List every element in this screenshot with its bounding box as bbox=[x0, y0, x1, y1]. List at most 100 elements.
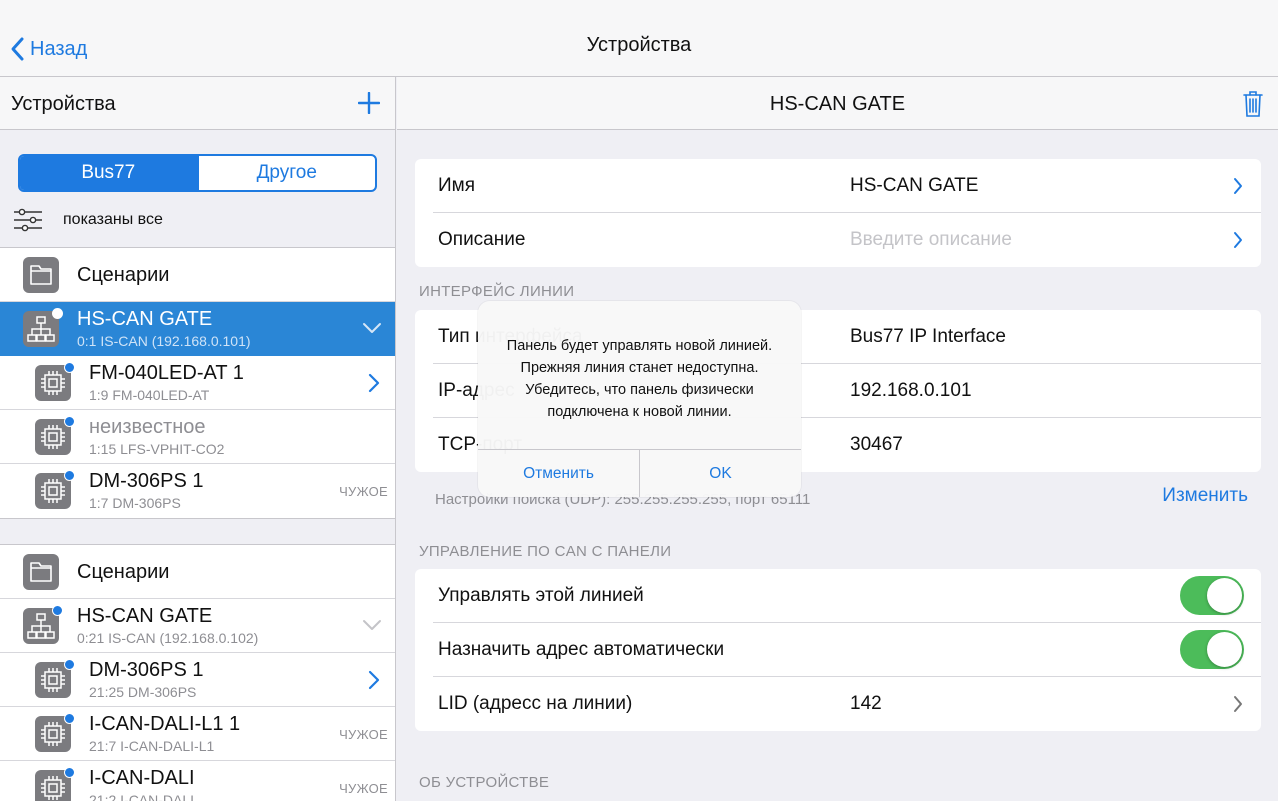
trash-icon[interactable] bbox=[1242, 90, 1264, 118]
devices-sidebar: Устройства Bus77 Другое показаны все Сце… bbox=[0, 77, 396, 801]
device-name: I-CAN-DALI-L1 1 bbox=[89, 713, 241, 735]
foreign-badge: ЧУЖОЕ bbox=[339, 727, 388, 742]
gateway-name: HS-CAN GATE bbox=[77, 605, 213, 627]
chip-icon bbox=[35, 767, 75, 801]
description-placeholder: Введите описание bbox=[850, 229, 1012, 250]
change-button[interactable]: Изменить bbox=[1162, 485, 1248, 507]
filter-control[interactable]: показаны все bbox=[13, 207, 163, 233]
gateway-row[interactable]: HS-CAN GATE 0:21 IS-CAN (192.168.0.102) bbox=[0, 599, 395, 653]
description-label: Описание bbox=[438, 229, 526, 250]
status-dot bbox=[64, 659, 75, 670]
filter-label: показаны все bbox=[63, 211, 163, 228]
scenarios-label: Сценарии bbox=[77, 264, 170, 286]
auto-address-cell: Назначить адрес автоматически bbox=[433, 623, 1261, 677]
network-hub-icon bbox=[23, 308, 63, 347]
filter-sliders-icon bbox=[14, 208, 42, 232]
gateway-address: 0:1 IS-CAN (192.168.0.101) bbox=[77, 333, 251, 349]
scenarios-row[interactable]: Сценарии bbox=[0, 248, 395, 302]
name-label: Имя bbox=[438, 175, 476, 196]
interface-type-value: Bus77 IP Interface bbox=[850, 326, 1006, 347]
chevron-right-icon bbox=[1234, 232, 1242, 248]
device-address: 21:2 I-CAN-DALI bbox=[89, 792, 195, 801]
segment-other[interactable]: Другое bbox=[196, 156, 376, 190]
device-name: I-CAN-DALI bbox=[89, 767, 195, 789]
ok-button[interactable]: OK bbox=[639, 450, 801, 497]
foreign-badge: ЧУЖОЕ bbox=[339, 484, 388, 499]
chevron-down-icon[interactable] bbox=[362, 618, 382, 632]
confirmation-alert: Панель будет управлять новой линией. Пре… bbox=[478, 301, 801, 497]
device-name: FM-040LED-AT 1 bbox=[89, 362, 244, 384]
foreign-badge: ЧУЖОЕ bbox=[339, 781, 388, 796]
chevron-right-icon bbox=[1234, 178, 1242, 194]
status-dot bbox=[64, 713, 75, 724]
can-control-section-header: УПРАВЛЕНИЕ ПО CAN С ПАНЕЛИ bbox=[419, 543, 672, 560]
alert-message: Панель будет управлять новой линией. Пре… bbox=[506, 338, 773, 420]
add-device-icon[interactable] bbox=[358, 92, 380, 114]
about-device-section-header: ОБ УСТРОЙСТВЕ bbox=[419, 774, 550, 791]
device-address: 1:7 DM-306PS bbox=[89, 495, 181, 511]
ip-address-value: 192.168.0.101 bbox=[850, 380, 972, 401]
device-row[interactable]: FM-040LED-AT 1 1:9 FM-040LED-AT bbox=[0, 356, 395, 410]
scenarios-row[interactable]: Сценарии bbox=[0, 545, 395, 599]
detail-title: HS-CAN GATE bbox=[769, 93, 906, 115]
device-name: DM-306PS 1 bbox=[89, 659, 204, 681]
device-address: 21:7 I-CAN-DALI-L1 bbox=[89, 738, 215, 754]
chip-icon bbox=[35, 470, 75, 509]
auto-address-toggle[interactable] bbox=[1180, 630, 1244, 669]
sidebar-title: Устройства bbox=[11, 93, 116, 115]
chevron-down-icon[interactable] bbox=[362, 321, 382, 335]
alert-buttons: Отменить OK bbox=[478, 449, 801, 497]
scenarios-label: Сценарии bbox=[77, 561, 170, 583]
name-cell[interactable]: Имя HS-CAN GATE bbox=[433, 159, 1261, 213]
device-address: 21:25 DM-306PS bbox=[89, 684, 197, 700]
cancel-button[interactable]: Отменить bbox=[478, 450, 639, 497]
status-dot bbox=[64, 767, 75, 778]
device-address: 1:15 LFS-VPHIT-CO2 bbox=[89, 441, 225, 457]
lid-cell[interactable]: LID (адресс на линии) 142 bbox=[433, 677, 1261, 731]
auto-address-label: Назначить адрес автоматически bbox=[438, 639, 725, 660]
chevron-right-icon bbox=[368, 670, 380, 690]
chip-icon bbox=[35, 713, 75, 752]
gateway-row-selected[interactable]: HS-CAN GATE 0:1 IS-CAN (192.168.0.101) bbox=[0, 302, 395, 356]
bus-segmented-control: Bus77 Другое bbox=[18, 154, 377, 192]
navigation-bar: Назад Устройства bbox=[0, 0, 1278, 77]
control-line-label: Управлять этой линией bbox=[438, 585, 644, 606]
folder-icon bbox=[23, 257, 59, 293]
control-line-cell: Управлять этой линией bbox=[433, 569, 1261, 623]
device-row[interactable]: DM-306PS 1 21:25 DM-306PS bbox=[0, 653, 395, 707]
chip-icon bbox=[35, 362, 75, 401]
description-cell[interactable]: Описание Введите описание bbox=[433, 213, 1261, 267]
bus-line-group-1: Сценарии HS-CAN GATE 0:1 IS-CAN (192.168… bbox=[0, 247, 395, 519]
chip-icon bbox=[35, 416, 75, 455]
name-value: HS-CAN GATE bbox=[850, 175, 979, 196]
status-dot bbox=[64, 416, 75, 427]
chevron-right-icon bbox=[368, 373, 380, 393]
detail-header: HS-CAN GATE bbox=[397, 77, 1278, 130]
gateway-address: 0:21 IS-CAN (192.168.0.102) bbox=[77, 630, 259, 646]
device-row[interactable]: DM-306PS 1 1:7 DM-306PS ЧУЖОЕ bbox=[0, 464, 395, 518]
status-dot bbox=[52, 308, 63, 319]
device-address: 1:9 FM-040LED-AT bbox=[89, 387, 210, 403]
chip-icon bbox=[35, 659, 75, 698]
lid-label: LID (адресс на линии) bbox=[438, 693, 633, 714]
sidebar-header: Устройства bbox=[0, 77, 395, 130]
can-control-card: Управлять этой линией Назначить адрес ав… bbox=[415, 569, 1261, 731]
device-row[interactable]: неизвестное 1:15 LFS-VPHIT-CO2 bbox=[0, 410, 395, 464]
chevron-right-icon bbox=[1234, 696, 1242, 712]
device-row[interactable]: I-CAN-DALI 21:2 I-CAN-DALI ЧУЖОЕ bbox=[0, 761, 395, 801]
segment-bus77[interactable]: Bus77 bbox=[20, 156, 197, 190]
page-title: Устройства bbox=[586, 34, 692, 56]
folder-icon bbox=[23, 554, 59, 590]
device-row[interactable]: I-CAN-DALI-L1 1 21:7 I-CAN-DALI-L1 ЧУЖОЕ bbox=[0, 707, 395, 761]
name-card: Имя HS-CAN GATE Описание Введите описани… bbox=[415, 159, 1261, 267]
control-line-toggle[interactable] bbox=[1180, 576, 1244, 615]
bus-line-group-2: Сценарии HS-CAN GATE 0:21 IS-CAN (192.16… bbox=[0, 544, 395, 801]
network-hub-icon bbox=[23, 605, 63, 644]
status-dot bbox=[52, 605, 63, 616]
line-interface-section-header: ИНТЕРФЕЙС ЛИНИИ bbox=[419, 283, 575, 300]
status-dot bbox=[64, 362, 75, 373]
lid-value: 142 bbox=[850, 693, 882, 714]
tcp-port-value: 30467 bbox=[850, 434, 903, 455]
device-name: неизвестное bbox=[89, 416, 206, 438]
gateway-name: HS-CAN GATE bbox=[77, 308, 213, 330]
